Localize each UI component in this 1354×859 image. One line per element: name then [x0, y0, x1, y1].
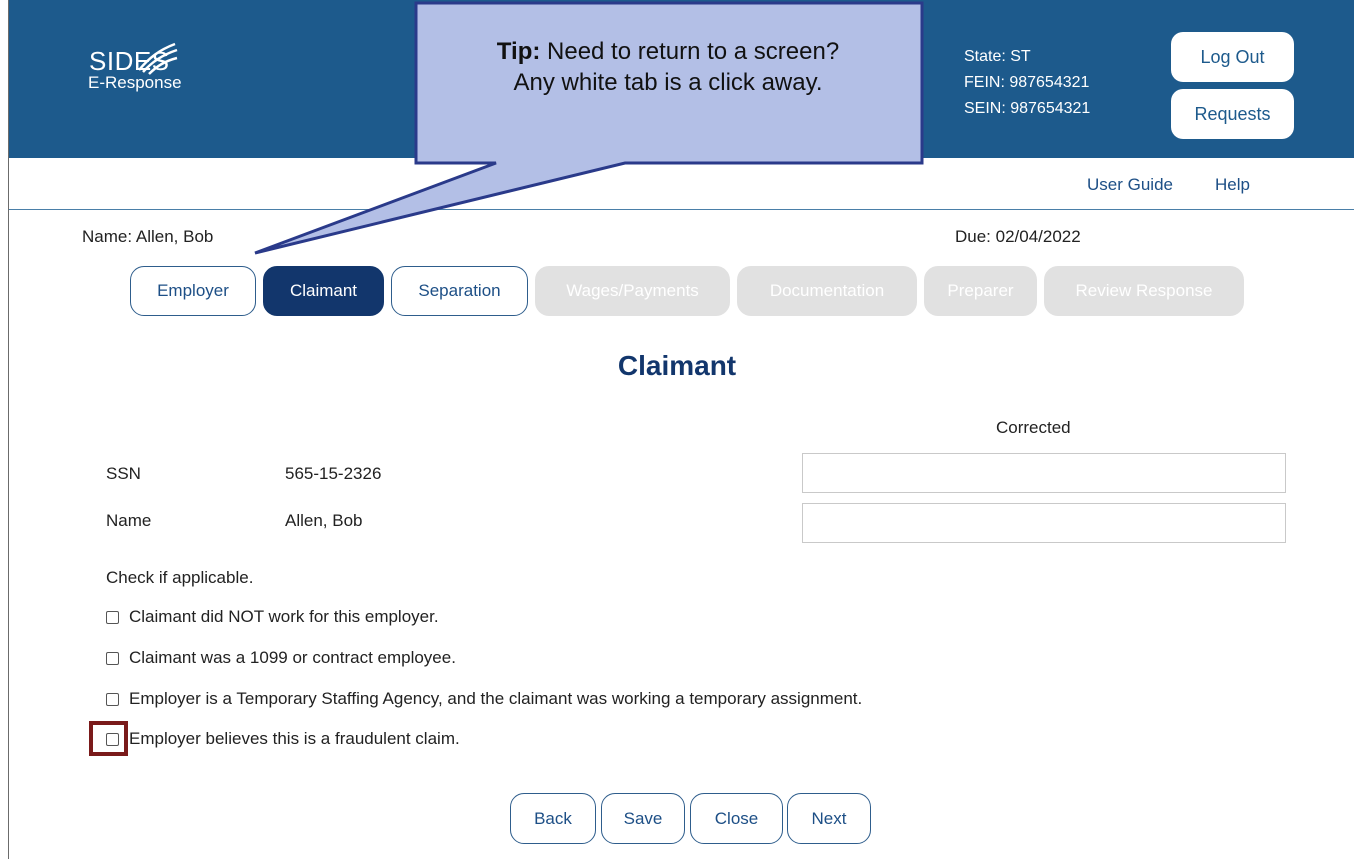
name-label: Name	[106, 511, 152, 530]
save-button[interactable]: Save	[601, 793, 685, 844]
temp-staffing-checkbox[interactable]	[106, 692, 119, 706]
header-divider	[9, 209, 1354, 210]
checkbox-highlight-box	[89, 721, 128, 756]
sides-logo: SIDES E-Response	[88, 42, 182, 92]
not-employee-checkbox[interactable]	[106, 610, 119, 624]
sein-text: SEIN: 987654321	[964, 100, 1091, 117]
tab-wages-payments: Wages/Payments	[535, 266, 730, 316]
step-tabs: Employer Claimant Separation Wages/Payme…	[130, 266, 1244, 316]
user-guide-link[interactable]: User Guide	[1087, 175, 1173, 195]
ssn-label: SSN	[106, 464, 141, 483]
close-button[interactable]: Close	[690, 793, 783, 844]
corrected-ssn-input[interactable]	[802, 453, 1286, 493]
check-row-temp-staffing: Employer is a Temporary Staffing Agency,…	[106, 689, 862, 709]
due-date-info: Due: 02/04/2022	[955, 227, 1081, 246]
tab-claimant[interactable]: Claimant	[263, 266, 384, 316]
tab-employer[interactable]: Employer	[130, 266, 256, 316]
check-row-contract: Claimant was a 1099 or contract employee…	[106, 648, 456, 668]
app-header: SIDES E-Response State: ST FEIN: 9876543…	[9, 0, 1354, 158]
employer-ids: State: ST FEIN: 987654321 SEIN: 98765432…	[964, 44, 1090, 122]
logo-wave-icon	[138, 42, 178, 75]
not-employee-label: Claimant did NOT work for this employer.	[129, 607, 439, 626]
tab-separation[interactable]: Separation	[391, 266, 528, 316]
fein-text: FEIN: 987654321	[964, 74, 1090, 91]
page-title: Claimant	[617, 350, 737, 381]
back-button[interactable]: Back	[510, 793, 596, 844]
logout-button[interactable]: Log Out	[1171, 32, 1294, 82]
ssn-value: 565-15-2326	[285, 464, 382, 483]
tab-preparer: Preparer	[924, 266, 1037, 316]
check-row-not-employee: Claimant did NOT work for this employer.	[106, 607, 439, 627]
check-instructions: Check if applicable.	[106, 568, 254, 587]
claimant-name-info: Name: Allen, Bob	[82, 227, 214, 246]
name-value: Allen, Bob	[285, 511, 363, 530]
tab-documentation: Documentation	[737, 266, 917, 316]
tab-review-response: Review Response	[1044, 266, 1244, 316]
requests-button[interactable]: Requests	[1171, 89, 1294, 139]
next-button[interactable]: Next	[787, 793, 871, 844]
corrected-column-header: Corrected	[996, 418, 1071, 437]
check-row-fraudulent: Employer believes this is a fraudulent c…	[106, 729, 460, 749]
logo-sub-text: E-Response	[88, 73, 182, 92]
state-text: State: ST	[964, 48, 1031, 65]
contract-employee-label: Claimant was a 1099 or contract employee…	[129, 648, 456, 667]
fraudulent-claim-label: Employer believes this is a fraudulent c…	[129, 729, 460, 748]
contract-employee-checkbox[interactable]	[106, 651, 119, 665]
temp-staffing-label: Employer is a Temporary Staffing Agency,…	[129, 689, 863, 708]
corrected-name-input[interactable]	[802, 503, 1286, 543]
help-link[interactable]: Help	[1215, 175, 1250, 195]
